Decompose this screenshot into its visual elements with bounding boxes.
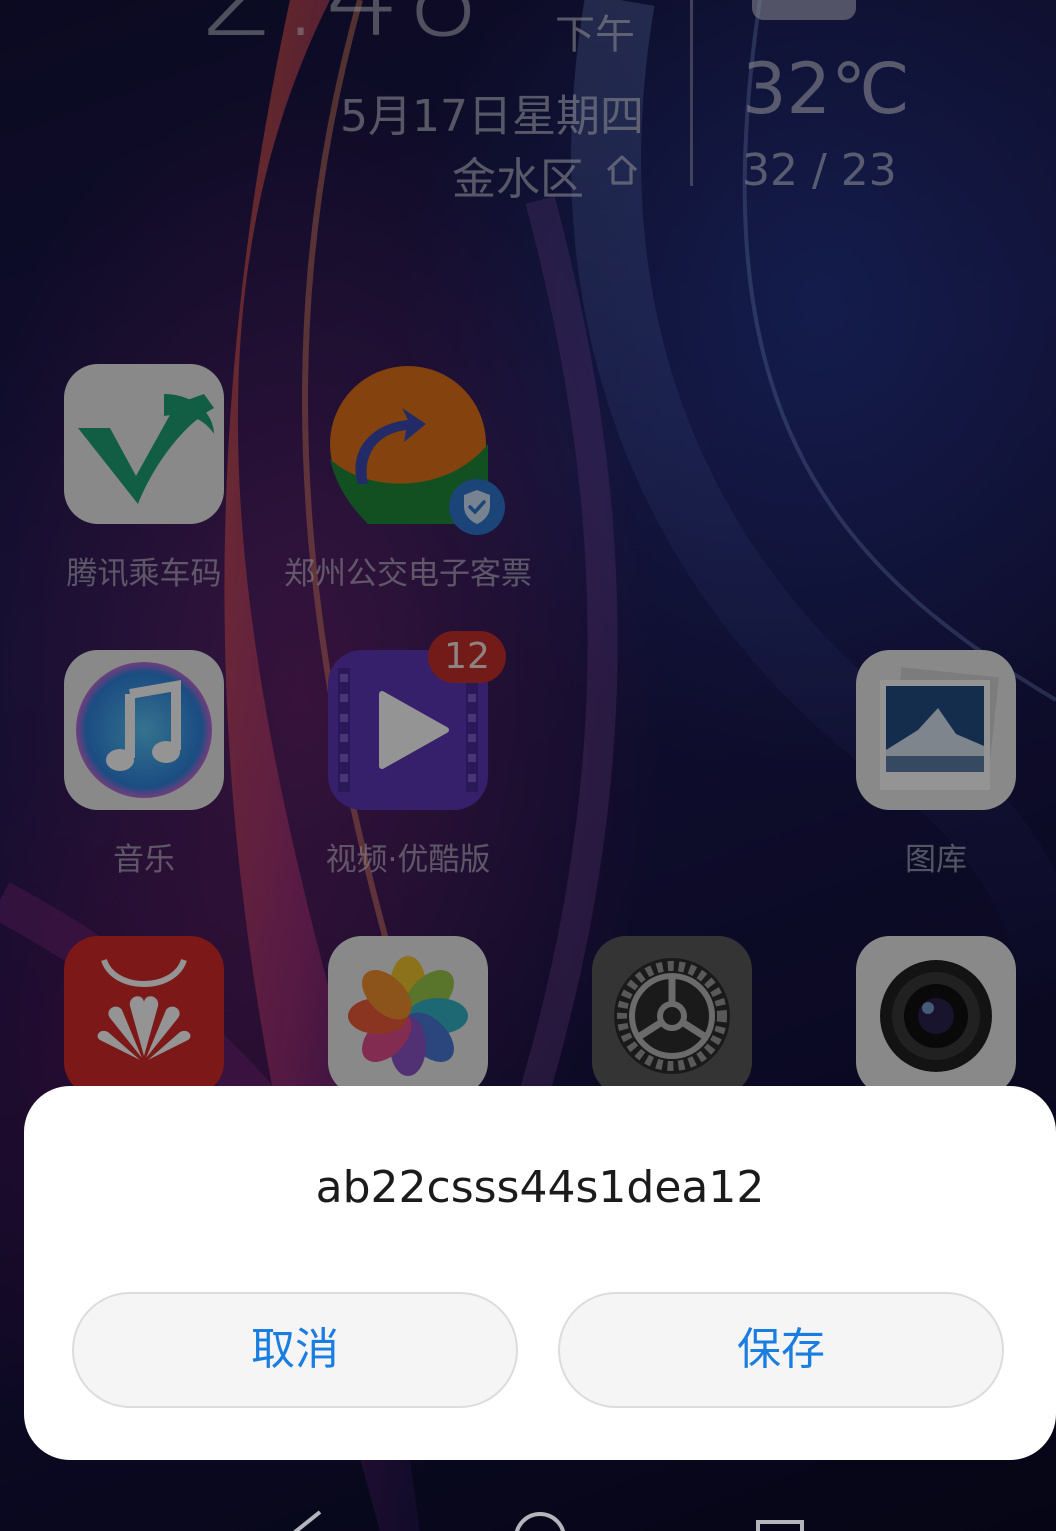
home-screen: 2:48 下午 5月17日星期四 金水区 32℃ 32 / 23 腾讯乘车码 bbox=[0, 0, 1056, 1531]
save-button[interactable]: 保存 bbox=[558, 1292, 1004, 1408]
back-key-icon[interactable] bbox=[280, 1510, 330, 1531]
home-key-icon[interactable] bbox=[510, 1510, 570, 1531]
dialog-message: ab22csss44s1dea12 bbox=[315, 1162, 765, 1213]
cancel-button[interactable]: 取消 bbox=[72, 1292, 518, 1408]
recents-key-icon[interactable] bbox=[752, 1510, 808, 1531]
save-text-dialog: ab22csss44s1dea12 取消 保存 bbox=[24, 1086, 1056, 1460]
